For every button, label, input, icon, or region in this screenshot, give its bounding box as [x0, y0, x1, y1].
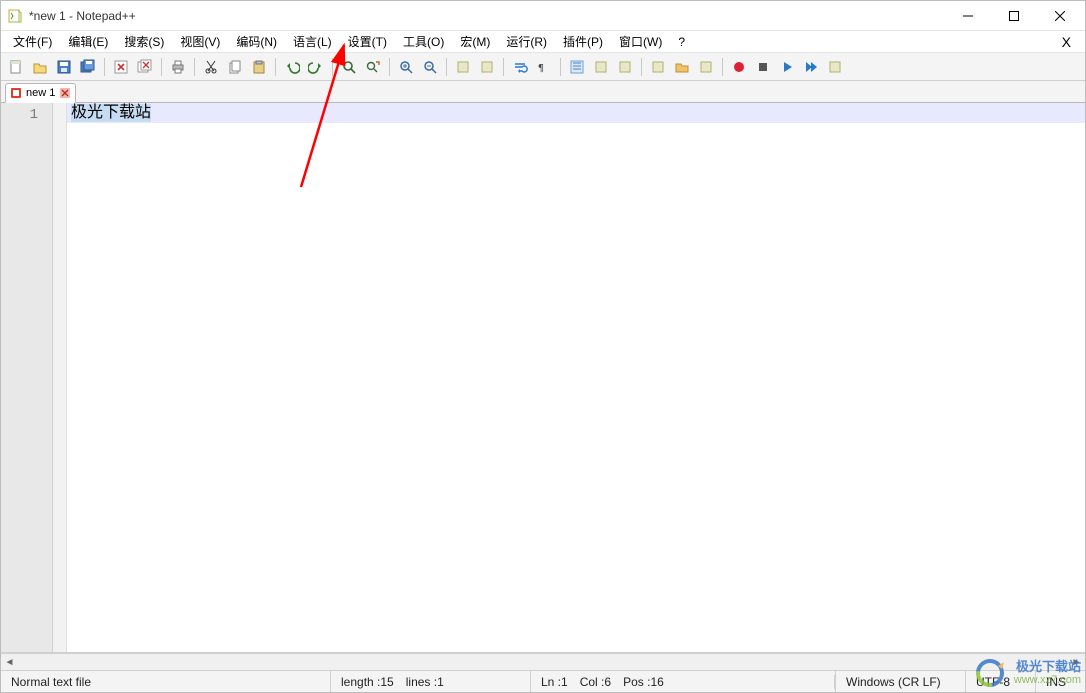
toolbar-separator [104, 58, 105, 76]
minimize-button[interactable] [945, 1, 991, 31]
close-button[interactable] [1037, 1, 1083, 31]
undo-icon[interactable] [281, 56, 303, 78]
play-multi-icon[interactable] [800, 56, 822, 78]
toolbar: ¶ [1, 53, 1085, 81]
redo-icon[interactable] [305, 56, 327, 78]
folder-icon[interactable] [671, 56, 693, 78]
status-mode[interactable]: INS [1035, 671, 1085, 692]
scroll-left-icon[interactable]: ◄ [1, 654, 18, 671]
menu-macro[interactable]: 宏(M) [452, 31, 498, 52]
menu-window[interactable]: 窗口(W) [611, 31, 670, 52]
menu-search[interactable]: 搜索(S) [116, 31, 172, 52]
horizontal-scrollbar[interactable]: ◄ ► [1, 653, 1085, 670]
scroll-right-icon[interactable]: ► [1068, 654, 1085, 671]
tab-label: new 1 [26, 87, 55, 99]
tab-close-icon[interactable] [59, 87, 71, 99]
cut-icon[interactable] [200, 56, 222, 78]
toolbar-separator [332, 58, 333, 76]
line-number-1: 1 [1, 105, 52, 125]
zoom-in-icon[interactable] [395, 56, 417, 78]
status-filetype: Normal text file [1, 671, 331, 692]
toolbar-separator [722, 58, 723, 76]
record-icon[interactable] [728, 56, 750, 78]
title-bar: *new 1 - Notepad++ [1, 1, 1085, 31]
menu-close-x[interactable]: X [1052, 34, 1081, 50]
show-all-icon[interactable]: ¶ [533, 56, 555, 78]
menu-file[interactable]: 文件(F) [5, 31, 60, 52]
wordwrap-icon[interactable] [509, 56, 531, 78]
status-bar: Normal text file length : 15 lines : 1 L… [1, 670, 1085, 692]
save-icon[interactable] [53, 56, 75, 78]
save-macro-icon[interactable] [824, 56, 846, 78]
close-icon[interactable] [110, 56, 132, 78]
status-length-lines: length : 15 lines : 1 [331, 671, 531, 692]
svg-text:¶: ¶ [538, 63, 544, 74]
menu-help[interactable]: ? [670, 33, 693, 51]
toolbar-separator [389, 58, 390, 76]
stop-icon[interactable] [752, 56, 774, 78]
new-file-icon[interactable] [5, 56, 27, 78]
doc-map-icon[interactable] [614, 56, 636, 78]
menu-encoding[interactable]: 编码(N) [228, 31, 285, 52]
paste-icon[interactable] [248, 56, 270, 78]
replace-icon[interactable] [362, 56, 384, 78]
menu-settings[interactable]: 设置(T) [340, 31, 395, 52]
open-file-icon[interactable] [29, 56, 51, 78]
indent-guide-icon[interactable] [566, 56, 588, 78]
status-caret: Ln : 1 Col : 6 Pos : 16 [531, 675, 835, 689]
line-number-gutter: 1 [1, 103, 53, 652]
toolbar-separator [503, 58, 504, 76]
copy-icon[interactable] [224, 56, 246, 78]
toolbar-separator [275, 58, 276, 76]
func-list-icon[interactable] [647, 56, 669, 78]
status-encoding[interactable]: UTF-8 [965, 671, 1035, 692]
menu-tools[interactable]: 工具(O) [395, 31, 452, 52]
close-all-icon[interactable] [134, 56, 156, 78]
lang-icon[interactable] [590, 56, 612, 78]
unsaved-icon [10, 87, 22, 99]
menu-run[interactable]: 运行(R) [498, 31, 555, 52]
menu-edit[interactable]: 编辑(E) [60, 31, 116, 52]
line-1: 极光下载站 [67, 103, 1085, 123]
menu-view[interactable]: 视图(V) [172, 31, 228, 52]
save-all-icon[interactable] [77, 56, 99, 78]
monitor-icon[interactable] [695, 56, 717, 78]
toolbar-separator [446, 58, 447, 76]
sync-h-icon[interactable] [476, 56, 498, 78]
text-area[interactable]: 极光下载站 [67, 103, 1085, 652]
editor-area: 1 极光下载站 [1, 103, 1085, 653]
toolbar-separator [161, 58, 162, 76]
menu-plugins[interactable]: 插件(P) [555, 31, 611, 52]
tab-bar: new 1 [1, 81, 1085, 103]
toolbar-separator [560, 58, 561, 76]
play-icon[interactable] [776, 56, 798, 78]
zoom-out-icon[interactable] [419, 56, 441, 78]
maximize-button[interactable] [991, 1, 1037, 31]
window-title: *new 1 - Notepad++ [29, 9, 136, 23]
sync-v-icon[interactable] [452, 56, 474, 78]
app-window: *new 1 - Notepad++ 文件(F) 编辑(E) 搜索(S) 视图(… [0, 0, 1086, 693]
menu-language[interactable]: 语言(L) [285, 31, 340, 52]
line-1-text: 极光下载站 [71, 104, 151, 122]
toolbar-separator [194, 58, 195, 76]
print-icon[interactable] [167, 56, 189, 78]
app-icon [7, 8, 23, 24]
find-icon[interactable] [338, 56, 360, 78]
status-eol[interactable]: Windows (CR LF) [835, 671, 965, 692]
fold-margin [53, 103, 67, 652]
tab-new-1[interactable]: new 1 [5, 83, 76, 103]
menu-bar: 文件(F) 编辑(E) 搜索(S) 视图(V) 编码(N) 语言(L) 设置(T… [1, 31, 1085, 53]
toolbar-separator [641, 58, 642, 76]
